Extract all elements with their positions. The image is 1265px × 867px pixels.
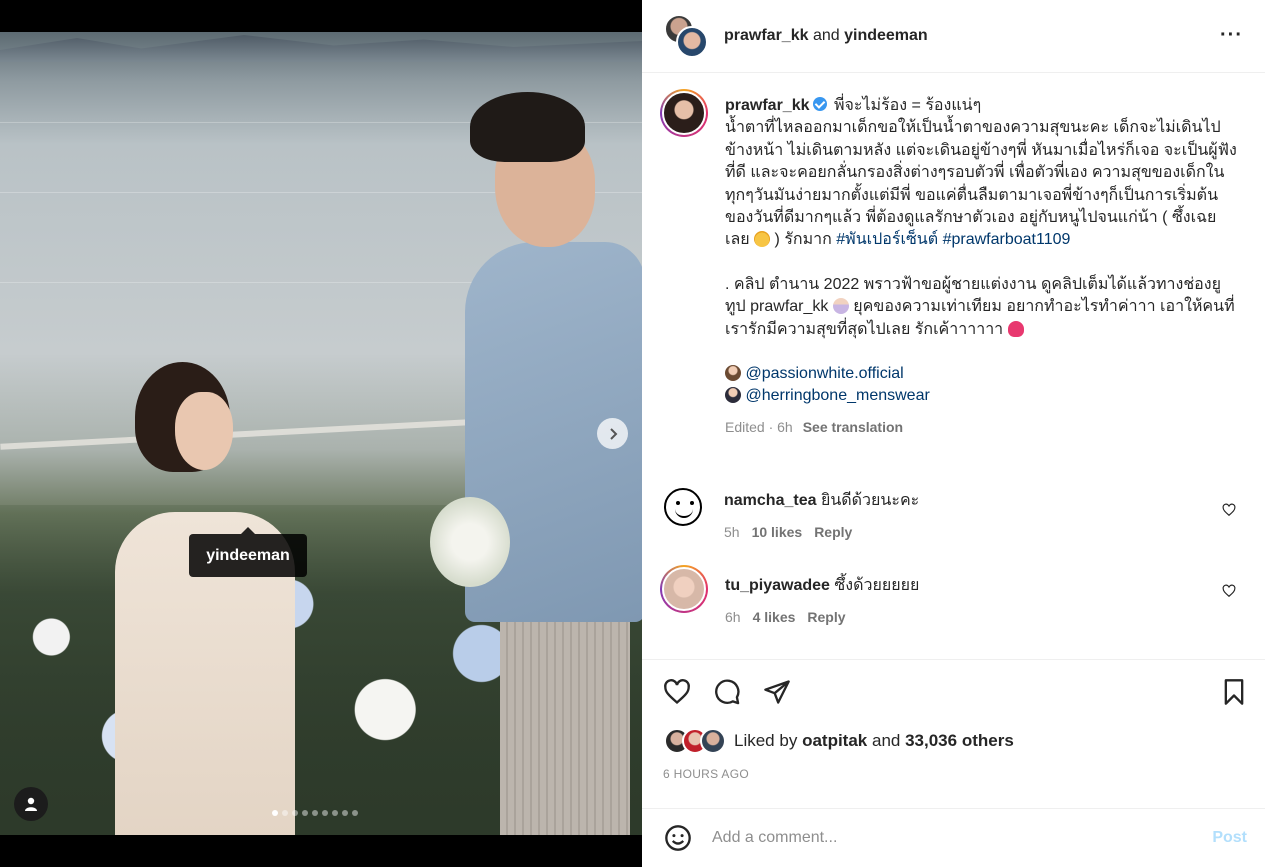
carousel-dot (312, 810, 318, 816)
carousel-dot (282, 810, 288, 816)
man-emoji-icon (725, 387, 741, 404)
hashtag-link[interactable]: #prawfarboat1109 (943, 231, 1071, 248)
mention-link[interactable]: @passionwhite.official (745, 365, 903, 382)
next-photo-button[interactable] (597, 418, 628, 449)
comment-bar: Post (642, 808, 1265, 867)
more-icon: ··· (1220, 24, 1243, 46)
likes-prefix: Liked by (734, 731, 798, 750)
heart-icon[interactable] (663, 678, 691, 706)
avatar (676, 26, 708, 58)
verified-icon (812, 97, 827, 111)
bookmark-icon[interactable] (1220, 678, 1248, 706)
media-panel: yindeeman (0, 0, 642, 867)
carousel-dot (322, 810, 328, 816)
caption-text: prawfar_kk พี่จะไม่ร้อง = ร้องแน่ๆ น้ำตา… (725, 95, 1240, 438)
mention-link[interactable]: @herringbone_menswear (745, 387, 929, 404)
caption-first-line: พี่จะไม่ร้อง = ร้องแน่ๆ (833, 97, 982, 114)
comment-icon[interactable] (713, 678, 741, 706)
carousel-dot (332, 810, 338, 816)
comment-avatar[interactable] (660, 565, 708, 613)
heart-emoji-icon (1007, 320, 1024, 337)
comment-input[interactable] (712, 829, 1182, 847)
post-photo[interactable] (0, 32, 642, 835)
inner (662, 567, 706, 611)
emoji-icon[interactable] (664, 824, 692, 852)
likes-joiner: and (871, 731, 901, 750)
post-time[interactable]: 6 HOURS AGO (663, 767, 749, 781)
comment-body: namcha_tea ยินดีด้วยนะคะ 5h 10 likes Reply (724, 491, 1204, 542)
comment-username[interactable]: tu_piyawadee (725, 577, 830, 594)
caption-body: น้ำตาที่ไหลออกมาเด็กขอให้เป็นน้ำตาของควา… (725, 119, 1237, 249)
comment-avatar[interactable] (664, 488, 702, 526)
comment-likes[interactable]: 4 likes (753, 609, 796, 625)
gap (725, 341, 1240, 363)
reply-button[interactable]: Reply (807, 609, 845, 625)
post-button[interactable]: Post (1212, 829, 1247, 847)
background-hills (0, 35, 642, 62)
heart-icon[interactable] (1222, 503, 1236, 517)
groom-hair (470, 92, 585, 162)
liker-username[interactable]: oatpitak (802, 731, 867, 751)
more-options-button[interactable]: ··· (1220, 24, 1243, 46)
action-bar (642, 659, 1265, 721)
bride-face (175, 392, 233, 470)
bouquet (430, 497, 510, 587)
share-icon[interactable] (763, 678, 791, 706)
edited-time: Edited · 6h (725, 418, 793, 435)
bride-figure (95, 362, 295, 835)
tag-username: yindeeman (206, 546, 290, 564)
likes-count[interactable]: 33,036 others (905, 731, 1014, 751)
post-header: prawfar_kk and yindeeman ··· (642, 0, 1265, 73)
gap (725, 252, 1240, 274)
header-user1[interactable]: prawfar_kk (724, 27, 809, 44)
likes-summary: Liked by oatpitak and 33,036 others (664, 728, 1014, 754)
caption-username[interactable]: prawfar_kk (725, 97, 810, 114)
carousel-dot (272, 810, 278, 816)
user-icon (25, 797, 37, 811)
inner (662, 91, 706, 135)
see-translation-link[interactable]: See translation (803, 419, 903, 435)
comment-time: 5h (724, 524, 740, 540)
caption-meta: Edited · 6h See translation (725, 416, 1240, 438)
user-tag-label[interactable]: yindeeman (189, 527, 307, 577)
header-joiner: and (812, 27, 840, 44)
caption: prawfar_kk พี่จะไม่ร้อง = ร้องแน่ๆ น้ำตา… (660, 89, 1250, 438)
comments-scroll-area[interactable]: prawfar_kk พี่จะไม่ร้อง = ร้องแน่ๆ น้ำตา… (642, 73, 1265, 659)
comment-item: namcha_tea ยินดีด้วยนะคะ 5h 10 likes Reply (660, 488, 1250, 542)
carousel-dot (292, 810, 298, 816)
comment-likes[interactable]: 10 likes (752, 524, 803, 540)
liker-avatars (664, 728, 728, 754)
comment-text: ซึ้งด้วยยยยย (834, 577, 920, 594)
collab-avatars[interactable] (664, 14, 708, 58)
caption-avatar[interactable] (660, 89, 708, 137)
s3 (700, 728, 726, 754)
comment-meta: 6h 4 likes Reply (725, 607, 1205, 627)
carousel-dot (342, 810, 348, 816)
bride-emoji-icon (832, 298, 849, 315)
chevron-right-icon (609, 427, 617, 440)
groom-figure (455, 92, 642, 835)
comment-username[interactable]: namcha_tea (724, 492, 817, 509)
crying-emoji-icon (754, 231, 771, 248)
carousel-dots (272, 810, 358, 816)
groom-pants (500, 597, 630, 835)
caption-body-end: ) รักมาก (770, 231, 837, 249)
carousel-dot (302, 810, 308, 816)
hashtag-link[interactable]: #พันเปอร์เซ็นต์ (836, 231, 938, 248)
show-tags-button[interactable] (14, 787, 48, 821)
woman-emoji-icon (725, 365, 741, 382)
post-details-panel: prawfar_kk and yindeeman ··· prawfar_kk … (642, 0, 1265, 867)
comment-item: tu_piyawadee ซึ้งด้วยยยยย 6h 4 likes Reply (660, 565, 1250, 627)
header-user2[interactable]: yindeeman (844, 27, 928, 44)
comment-time: 6h (725, 609, 741, 625)
comment-text: ยินดีด้วยนะคะ (820, 492, 920, 509)
reply-button[interactable]: Reply (814, 524, 852, 540)
heart-icon[interactable] (1222, 584, 1236, 598)
carousel-dot (352, 810, 358, 816)
comment-meta: 5h 10 likes Reply (724, 522, 1204, 542)
comment-body: tu_piyawadee ซึ้งด้วยยยยย 6h 4 likes Reply (725, 576, 1205, 627)
header-usernames: prawfar_kk and yindeeman (724, 27, 928, 45)
